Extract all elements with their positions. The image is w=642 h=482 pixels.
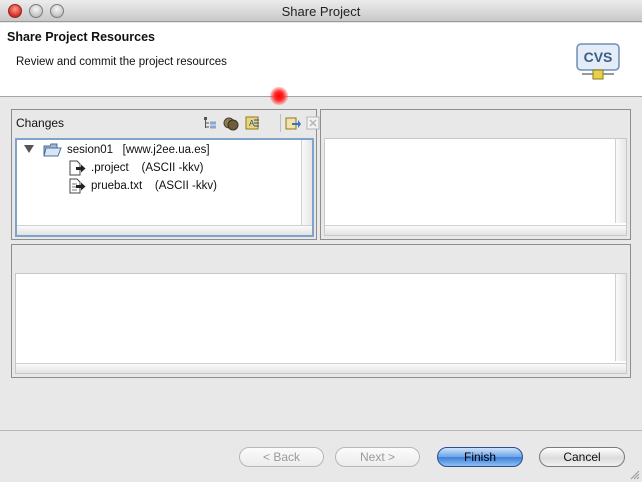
changes-pane: Changes A sesion01 [www.j2ee.ua.es] .pro… — [11, 109, 320, 240]
page-title: Share Project Resources — [7, 30, 155, 44]
outgoing-text-file-icon — [69, 178, 86, 194]
wizard-header: Share Project Resources Review and commi… — [0, 23, 642, 97]
horizontal-scrollbar[interactable] — [16, 363, 626, 373]
vertical-scrollbar[interactable] — [615, 274, 626, 361]
compare-pane-content — [15, 273, 627, 374]
horizontal-scrollbar[interactable] — [17, 225, 312, 235]
outgoing-file-icon — [69, 160, 86, 176]
tree-row-file[interactable]: .project (ASCII -kkv) — [67, 159, 203, 177]
group-icon[interactable] — [223, 115, 239, 131]
compare-pane — [11, 244, 631, 378]
cvs-logo-icon: CVS — [576, 43, 620, 80]
vertical-scrollbar[interactable] — [615, 139, 626, 223]
cursor-highlight — [270, 87, 288, 105]
cancel-button[interactable]: Cancel — [539, 447, 625, 467]
button-bar-separator — [0, 430, 642, 431]
expand-twisty-icon[interactable] — [24, 145, 34, 153]
next-button[interactable]: Next > — [335, 447, 420, 467]
changes-pane-title: Changes — [16, 116, 65, 130]
sort-icon[interactable]: A — [245, 115, 261, 131]
tree-row-label: sesion01 [www.j2ee.ua.es] — [67, 144, 210, 156]
commit-icon[interactable] — [285, 115, 301, 131]
changes-pane-header: Changes A — [12, 110, 320, 136]
back-button[interactable]: < Back — [239, 447, 324, 467]
page-description: Review and commit the project resources — [16, 56, 227, 68]
vertical-scrollbar[interactable] — [301, 140, 312, 226]
tree-row-label: prueba.txt (ASCII -kkv) — [91, 180, 217, 192]
horizontal-scrollbar[interactable] — [325, 225, 626, 235]
window-title: Share Project — [281, 4, 361, 19]
resize-grip-icon[interactable] — [628, 468, 640, 480]
folder-icon — [43, 143, 62, 157]
cvs-logo-text: CVS — [584, 49, 613, 65]
tree-row-label: .project (ASCII -kkv) — [91, 162, 204, 174]
remove-icon[interactable] — [305, 115, 321, 131]
changes-tree[interactable]: sesion01 [www.j2ee.ua.es] .project (ASCI… — [15, 138, 314, 237]
toolbar-separator — [280, 114, 281, 132]
details-pane — [320, 109, 631, 240]
tree-row-file[interactable]: prueba.txt (ASCII -kkv) — [67, 177, 217, 195]
tree-row-project[interactable]: sesion01 [www.j2ee.ua.es] — [17, 141, 210, 159]
finish-button[interactable]: Finish — [437, 447, 523, 467]
tree-layout-icon[interactable] — [202, 115, 218, 131]
details-pane-content — [324, 138, 627, 236]
title-bar: Share Project — [0, 0, 642, 22]
